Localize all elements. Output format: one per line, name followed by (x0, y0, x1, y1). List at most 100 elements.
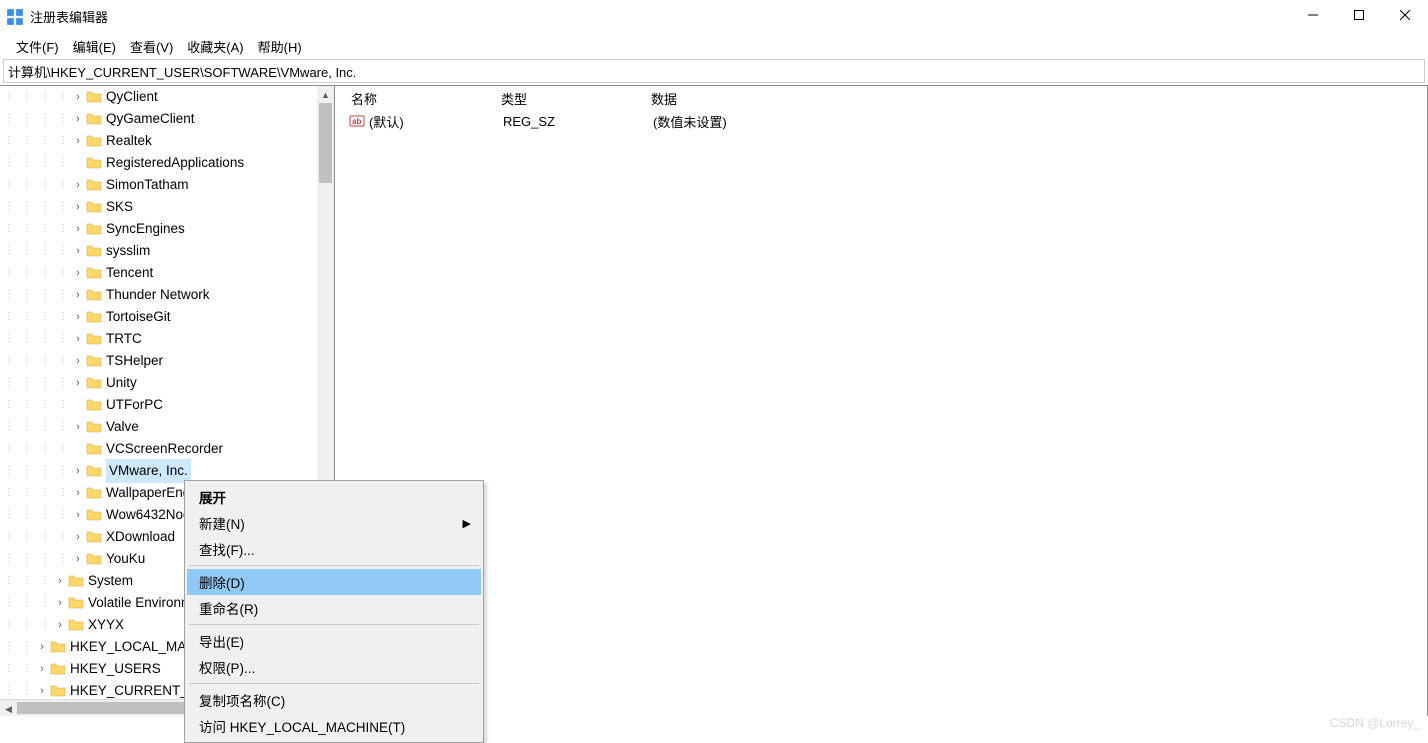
expand-chevron-icon[interactable]: › (72, 372, 84, 394)
ctx-export[interactable]: 导出(E) (187, 628, 481, 654)
tree-item[interactable]: ⋮⋮⋮⋮›QyGameClient (0, 108, 334, 130)
tree-label: Tencent (106, 262, 153, 284)
tree-label: Valve (106, 416, 139, 438)
tree-label: XYYX (88, 614, 124, 636)
col-name[interactable]: 名称 (351, 89, 501, 108)
svg-text:ab: ab (352, 117, 361, 126)
ctx-delete[interactable]: 删除(D) (187, 569, 481, 595)
separator (189, 565, 479, 566)
expand-chevron-icon[interactable]: › (72, 196, 84, 218)
tree-label: UTForPC (106, 394, 163, 416)
tree-label: SimonTatham (106, 174, 189, 196)
value-row[interactable]: ab (默认) REG_SZ (数值未设置) (335, 110, 1428, 132)
minimize-button[interactable] (1290, 0, 1336, 30)
tree-label: sysslim (106, 240, 150, 262)
ctx-permissions[interactable]: 权限(P)... (187, 654, 481, 680)
maximize-button[interactable] (1336, 0, 1382, 30)
menubar: 文件(F) 编辑(E) 查看(V) 收藏夹(A) 帮助(H) (0, 33, 1428, 59)
tree-label: RegisteredApplications (106, 152, 244, 174)
tree-item[interactable]: ⋮⋮⋮⋮›sysslim (0, 240, 334, 262)
tree-item[interactable]: ⋮⋮⋮⋮›QyClient (0, 86, 334, 108)
expand-chevron-icon[interactable]: › (72, 262, 84, 284)
tree-label: YouKu (106, 548, 145, 570)
tree-label: SyncEngines (106, 218, 185, 240)
expand-chevron-icon[interactable]: › (72, 306, 84, 328)
regedit-icon (6, 8, 24, 26)
tree-item[interactable]: ⋮⋮⋮⋮›SimonTatham (0, 174, 334, 196)
window-title: 注册表编辑器 (30, 7, 108, 26)
tree-label: System (88, 570, 133, 592)
tree-label: QyGameClient (106, 108, 195, 130)
tree-item[interactable]: ⋮⋮⋮⋮›VMware, Inc. (0, 460, 334, 482)
address-text: 计算机\HKEY_CURRENT_USER\SOFTWARE\VMware, I… (8, 62, 356, 81)
tree-item[interactable]: ⋮⋮⋮⋮VCScreenRecorder (0, 438, 334, 460)
expand-chevron-icon[interactable]: › (72, 218, 84, 240)
tree-item[interactable]: ⋮⋮⋮⋮RegisteredApplications (0, 152, 334, 174)
values-pane[interactable]: 名称 类型 数据 ab (默认) REG_SZ (数值未设置) (335, 86, 1428, 716)
expand-chevron-icon[interactable]: › (72, 416, 84, 438)
tree-item[interactable]: ⋮⋮⋮⋮›TSHelper (0, 350, 334, 372)
tree-label: Thunder Network (106, 284, 210, 306)
menu-view[interactable]: 查看(V) (124, 34, 179, 59)
scroll-thumb[interactable] (319, 103, 332, 183)
tree-item[interactable]: ⋮⋮⋮⋮›TortoiseGit (0, 306, 334, 328)
expand-chevron-icon[interactable]: › (72, 350, 84, 372)
expand-chevron-icon[interactable]: › (72, 174, 84, 196)
expand-chevron-icon[interactable]: › (72, 108, 84, 130)
expand-chevron-icon[interactable]: › (72, 504, 84, 526)
tree-label: QyClient (106, 86, 158, 108)
tree-item[interactable]: ⋮⋮⋮⋮›Thunder Network (0, 284, 334, 306)
watermark: CSDN @Lorrey_ (1330, 716, 1420, 730)
expand-chevron-icon[interactable]: › (72, 86, 84, 108)
tree-item[interactable]: ⋮⋮⋮⋮›Unity (0, 372, 334, 394)
tree-item[interactable]: ⋮⋮⋮⋮›Realtek (0, 130, 334, 152)
expand-chevron-icon[interactable]: › (54, 592, 66, 614)
expand-chevron-icon[interactable]: › (54, 614, 66, 636)
expand-chevron-icon[interactable]: › (72, 328, 84, 350)
tree-item[interactable]: ⋮⋮⋮⋮›TRTC (0, 328, 334, 350)
tree-label: TRTC (106, 328, 142, 350)
tree-item[interactable]: ⋮⋮⋮⋮›Tencent (0, 262, 334, 284)
expand-chevron-icon[interactable]: › (54, 570, 66, 592)
col-data[interactable]: 数据 (651, 89, 1428, 108)
address-bar[interactable]: 计算机\HKEY_CURRENT_USER\SOFTWARE\VMware, I… (3, 59, 1425, 83)
expand-chevron-icon[interactable]: › (72, 130, 84, 152)
tree-item[interactable]: ⋮⋮⋮⋮UTForPC (0, 394, 334, 416)
tree-label: HKEY_USERS (70, 658, 161, 680)
menu-favorites[interactable]: 收藏夹(A) (181, 34, 249, 59)
expand-chevron-icon[interactable]: › (72, 460, 84, 482)
value-type: REG_SZ (503, 114, 653, 129)
tree-item[interactable]: ⋮⋮⋮⋮›SKS (0, 196, 334, 218)
titlebar: 注册表编辑器 (0, 0, 1428, 33)
col-type[interactable]: 类型 (501, 89, 651, 108)
ctx-rename[interactable]: 重命名(R) (187, 595, 481, 621)
menu-file[interactable]: 文件(F) (10, 34, 65, 59)
ctx-copy-key[interactable]: 复制项名称(C) (187, 687, 481, 713)
menu-help[interactable]: 帮助(H) (252, 34, 308, 59)
separator (189, 683, 479, 684)
expand-chevron-icon[interactable]: › (36, 636, 48, 658)
column-headers[interactable]: 名称 类型 数据 (335, 86, 1428, 110)
tree-label: VCScreenRecorder (106, 438, 223, 460)
expand-chevron-icon[interactable]: › (72, 482, 84, 504)
tree-item[interactable]: ⋮⋮⋮⋮›Valve (0, 416, 334, 438)
expand-chevron-icon[interactable]: › (36, 658, 48, 680)
menu-edit[interactable]: 编辑(E) (67, 34, 122, 59)
tree-item[interactable]: ⋮⋮⋮⋮›SyncEngines (0, 218, 334, 240)
ctx-expand[interactable]: 展开 (187, 484, 481, 510)
tree-label: XDownload (106, 526, 175, 548)
value-data: (数值未设置) (653, 112, 1428, 131)
expand-chevron-icon[interactable]: › (72, 548, 84, 570)
tree-label: Realtek (106, 130, 152, 152)
close-button[interactable] (1382, 0, 1428, 30)
expand-chevron-icon[interactable]: › (72, 240, 84, 262)
expand-chevron-icon[interactable]: › (72, 526, 84, 548)
ctx-goto[interactable]: 访问 HKEY_LOCAL_MACHINE(T) (187, 713, 481, 739)
tree-label: TSHelper (106, 350, 163, 372)
string-value-icon: ab (349, 113, 365, 129)
tree-label: SKS (106, 196, 133, 218)
ctx-new[interactable]: 新建(N)▶ (187, 510, 481, 536)
value-name: (默认) (369, 112, 503, 131)
ctx-find[interactable]: 查找(F)... (187, 536, 481, 562)
expand-chevron-icon[interactable]: › (72, 284, 84, 306)
